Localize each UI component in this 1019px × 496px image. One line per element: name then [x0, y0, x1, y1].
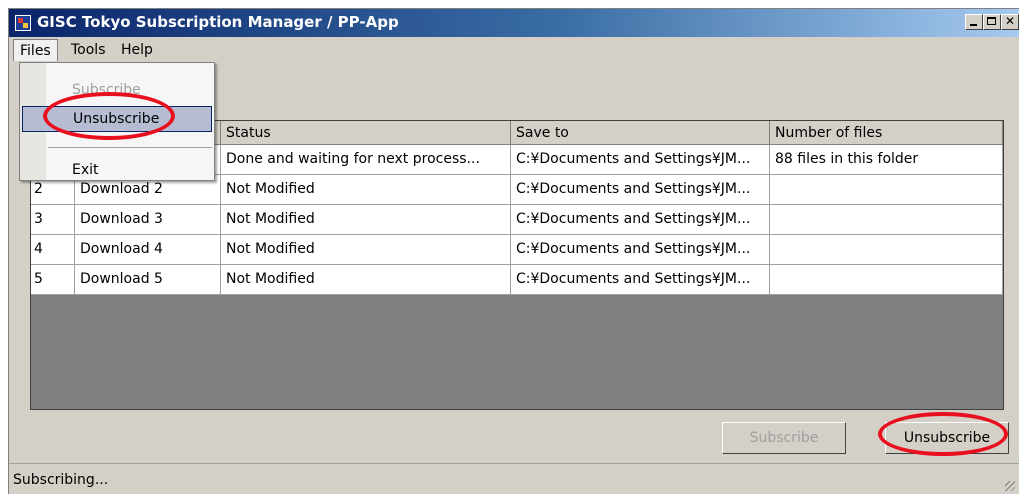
menu-item-exit[interactable]: Exit — [20, 157, 214, 183]
cell-status[interactable]: Done and waiting for next process... — [221, 145, 511, 175]
title-bar[interactable]: GISC Tokyo Subscription Manager / PP-App — [9, 9, 1019, 37]
table-row[interactable]: 5 Download 5 Not Modified C:¥Documents a… — [31, 265, 1003, 295]
close-button[interactable] — [1001, 14, 1019, 30]
subscribe-button[interactable]: Subscribe — [722, 422, 846, 454]
menu-tools-label: Tools — [71, 42, 106, 58]
cell-name[interactable]: Download 5 — [75, 265, 221, 295]
cell-name[interactable]: Download 3 — [75, 205, 221, 235]
highlight-ring-menu-unsubscribe — [43, 92, 175, 140]
app-icon — [15, 15, 31, 31]
cell-number-of-files[interactable] — [770, 205, 1003, 235]
cell-status[interactable]: Not Modified — [221, 205, 511, 235]
cell-number[interactable]: 3 — [31, 205, 75, 235]
cell-number-of-files[interactable] — [770, 175, 1003, 205]
cell-number-of-files[interactable] — [770, 235, 1003, 265]
cell-number-of-files[interactable]: 88 files in this folder — [770, 145, 1003, 175]
cell-save-to[interactable]: C:¥Documents and Settings¥JM... — [511, 235, 770, 265]
column-header-status[interactable]: Status — [221, 121, 511, 145]
column-header-number-of-files[interactable]: Number of files — [770, 121, 1003, 145]
cell-save-to[interactable]: C:¥Documents and Settings¥JM... — [511, 145, 770, 175]
window-title: GISC Tokyo Subscription Manager / PP-App — [37, 13, 399, 31]
table-row[interactable]: 3 Download 3 Not Modified C:¥Documents a… — [31, 205, 1003, 235]
menu-help[interactable]: Help — [115, 39, 159, 61]
resize-grip-icon[interactable] — [1005, 481, 1015, 491]
table-row[interactable]: 4 Download 4 Not Modified C:¥Documents a… — [31, 235, 1003, 265]
menu-separator — [48, 147, 212, 148]
status-bar: Subscribing... — [9, 463, 1019, 495]
cell-save-to[interactable]: C:¥Documents and Settings¥JM... — [511, 205, 770, 235]
menu-bar: Files Tools Help — [9, 37, 1019, 63]
cell-save-to[interactable]: C:¥Documents and Settings¥JM... — [511, 175, 770, 205]
maximize-button[interactable] — [983, 14, 1001, 30]
cell-number[interactable]: 5 — [31, 265, 75, 295]
cell-status[interactable]: Not Modified — [221, 265, 511, 295]
menu-help-label: Help — [121, 42, 153, 58]
cell-status[interactable]: Not Modified — [221, 235, 511, 265]
menu-files-label: Files — [20, 43, 51, 59]
minimize-button[interactable] — [965, 14, 983, 30]
status-text: Subscribing... — [13, 472, 109, 488]
app-window: GISC Tokyo Subscription Manager / PP-App… — [8, 8, 1019, 494]
column-header-save-to[interactable]: Save to — [511, 121, 770, 145]
menu-tools[interactable]: Tools — [65, 39, 112, 61]
cell-number[interactable]: 4 — [31, 235, 75, 265]
menu-files[interactable]: Files — [13, 39, 58, 61]
cell-number-of-files[interactable] — [770, 265, 1003, 295]
cell-status[interactable]: Not Modified — [221, 175, 511, 205]
cell-name[interactable]: Download 4 — [75, 235, 221, 265]
highlight-ring-unsubscribe-button — [878, 412, 1008, 456]
cell-save-to[interactable]: C:¥Documents and Settings¥JM... — [511, 265, 770, 295]
